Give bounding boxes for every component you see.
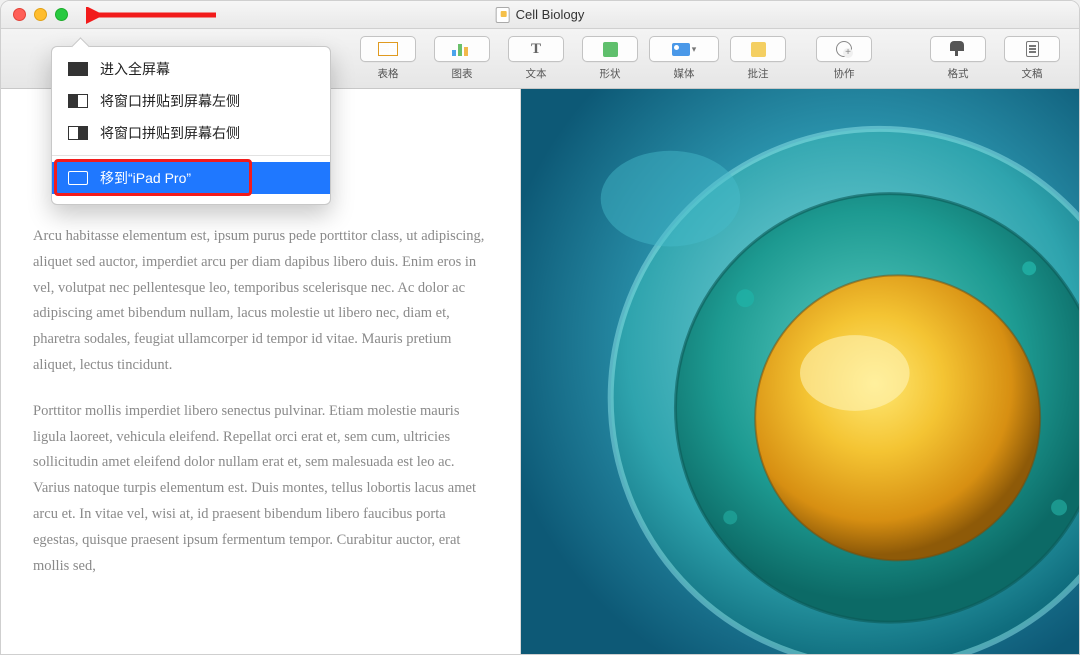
paintbrush-icon bbox=[950, 41, 966, 57]
document-settings-icon bbox=[1026, 41, 1039, 57]
maximize-button[interactable] bbox=[55, 8, 68, 21]
shape-icon bbox=[603, 42, 618, 57]
menu-item-move-to-ipad[interactable]: 移到“iPad Pro” bbox=[52, 162, 330, 194]
menu-item-label: 移到“iPad Pro” bbox=[100, 168, 191, 188]
paragraph: Porttitor mollis imperdiet libero senect… bbox=[33, 399, 490, 580]
document-image[interactable] bbox=[521, 89, 1079, 654]
ipad-icon bbox=[68, 171, 88, 185]
tile-right-icon bbox=[68, 126, 88, 140]
note-button[interactable]: 批注 bbox=[726, 36, 790, 81]
table-button[interactable]: 表格 bbox=[356, 36, 420, 81]
toolbar-label: 文稿 bbox=[1022, 66, 1043, 81]
collaborate-icon bbox=[836, 41, 852, 57]
toolbar-label: 形状 bbox=[600, 66, 621, 81]
cell-illustration bbox=[521, 89, 1079, 654]
collaborate-button[interactable]: 协作 bbox=[812, 36, 876, 81]
menu-item-label: 进入全屏幕 bbox=[100, 59, 170, 79]
menu-item-label: 将窗口拼贴到屏幕左侧 bbox=[100, 91, 240, 111]
shape-button[interactable]: 形状 bbox=[578, 36, 642, 81]
toolbar-label: 格式 bbox=[948, 66, 969, 81]
titlebar: Cell Biology bbox=[1, 1, 1079, 29]
chevron-down-icon: ▾ bbox=[692, 44, 697, 55]
toolbar-label: 媒体 bbox=[674, 66, 695, 81]
media-icon bbox=[672, 43, 690, 56]
chart-icon bbox=[452, 42, 472, 56]
toolbar-label: 图表 bbox=[452, 66, 473, 81]
paragraph: Arcu habitasse elementum est, ipsum puru… bbox=[33, 224, 490, 379]
table-icon bbox=[378, 42, 398, 56]
close-button[interactable] bbox=[13, 8, 26, 21]
toolbar-label: 表格 bbox=[378, 66, 399, 81]
menu-item-fullscreen[interactable]: 进入全屏幕 bbox=[52, 53, 330, 85]
document-button[interactable]: 文稿 bbox=[1000, 36, 1064, 81]
text-button[interactable]: T 文本 bbox=[504, 36, 568, 81]
fullscreen-icon bbox=[68, 62, 88, 76]
menu-item-tile-left[interactable]: 将窗口拼贴到屏幕左侧 bbox=[52, 85, 330, 117]
window-title: Cell Biology bbox=[516, 7, 585, 22]
window-title-area: Cell Biology bbox=[496, 7, 585, 23]
menu-item-tile-right[interactable]: 将窗口拼贴到屏幕右侧 bbox=[52, 117, 330, 149]
toolbar-label: 协作 bbox=[834, 66, 855, 81]
app-window: Cell Biology 表格 图表 T 文本 形状 ▾ bbox=[0, 0, 1080, 655]
document-icon bbox=[496, 7, 510, 23]
menu-item-label: 将窗口拼贴到屏幕右侧 bbox=[100, 123, 240, 143]
format-button[interactable]: 格式 bbox=[926, 36, 990, 81]
window-controls bbox=[13, 8, 68, 21]
toolbar-label: 批注 bbox=[748, 66, 769, 81]
note-icon bbox=[751, 42, 766, 57]
toolbar-label: 文本 bbox=[526, 66, 547, 81]
menu-separator bbox=[52, 155, 330, 156]
media-button[interactable]: ▾ 媒体 bbox=[652, 36, 716, 81]
minimize-button[interactable] bbox=[34, 8, 47, 21]
text-icon: T bbox=[531, 41, 541, 58]
tile-left-icon bbox=[68, 94, 88, 108]
chart-button[interactable]: 图表 bbox=[430, 36, 494, 81]
window-menu: 进入全屏幕 将窗口拼贴到屏幕左侧 将窗口拼贴到屏幕右侧 移到“iPad Pro” bbox=[51, 46, 331, 205]
